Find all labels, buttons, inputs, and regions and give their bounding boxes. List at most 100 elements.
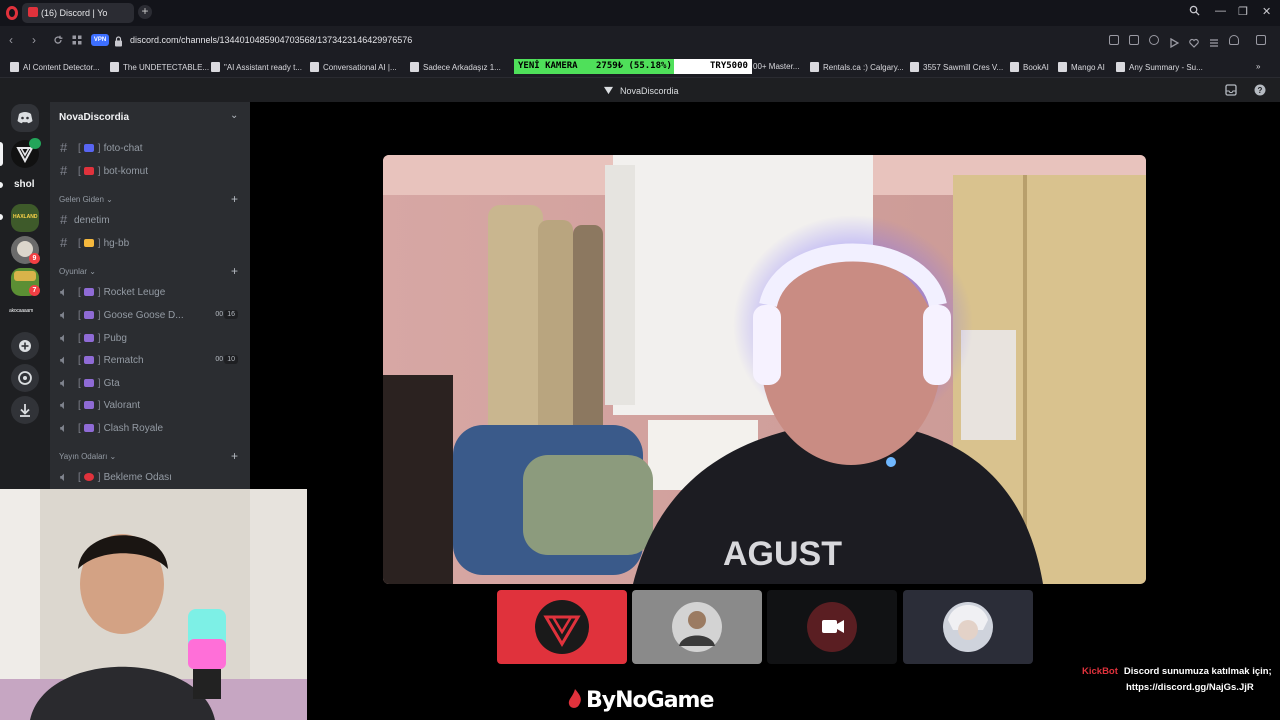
participant-tile-user-3[interactable] [767,590,897,664]
active-server-pill [0,142,3,166]
close-window-icon[interactable]: ✕ [1262,5,1271,18]
help-icon[interactable]: ? [1254,84,1266,96]
bookmark-item[interactable]: The UNDETECTABLE... [110,62,209,72]
heart-icon[interactable] [1189,35,1199,48]
kickbot-link[interactable]: https://discord.gg/NajGs.JjR [1126,680,1254,696]
voice-channel-pubg[interactable]: 🔈︎[] Pubg [60,330,127,350]
server-novadiscordia-icon[interactable] [11,138,41,168]
reload-icon[interactable] [53,34,63,48]
bookmark-item[interactable]: Any Summary - Su... [1116,62,1203,72]
participant-tile-server[interactable] [497,590,627,664]
discover-icon[interactable] [11,364,39,392]
speaker-icon: 🔈︎ [60,352,68,367]
voice-channel-valorant[interactable]: 🔈︎[] Valorant [60,397,140,417]
page-icon [910,62,919,72]
server-name[interactable]: NovaDiscordia [59,112,129,123]
server-haxland-icon[interactable]: HAXLAND [11,204,39,232]
svg-text:?: ? [1258,86,1263,95]
server-text-icon[interactable]: akocaaaam [9,308,33,314]
bookmark-item[interactable]: "AI Assistant ready t... [211,62,302,72]
page-icon [1116,62,1125,72]
voice-channel-bekleme-odasi[interactable]: 🔈︎[] Bekleme Odası [60,469,172,489]
opera-logo-icon[interactable] [6,6,18,20]
speaker-icon: 🔈︎ [60,420,68,435]
forward-icon[interactable]: › [32,33,36,47]
bookmark-item[interactable]: Rentals.ca :) Calgary... [810,62,904,72]
voice-channel-clash-royale[interactable]: 🔈︎[] Clash Royale [60,420,163,440]
channel-hg-bb[interactable]: #[] hg-bb [60,235,129,255]
voice-channel-rematch[interactable]: 🔈︎[] Rematch [60,352,144,372]
bookmark-item[interactable]: Conversational AI |... [310,62,397,72]
bookmark-item[interactable]: Sadece Arkadaşız 1... [410,62,501,72]
page-icon [211,62,220,72]
new-tab-button[interactable]: + [138,5,152,19]
add-server-icon[interactable] [11,332,39,360]
more-bookmarks-icon[interactable]: » [1256,62,1260,71]
bookmark-item[interactable]: AI Content Detector... [10,62,99,72]
back-icon[interactable]: ‹ [9,33,13,47]
participant-tile-user-4[interactable] [903,590,1033,664]
sponsor-logo: ByNoGame [566,688,714,713]
novadiscordia-logo-icon [535,600,589,654]
restore-icon[interactable]: ❐ [1238,5,1248,18]
extension-icon[interactable] [1256,35,1266,45]
download-icon[interactable] [11,396,39,424]
gamepad-emoji-icon [83,334,94,342]
vpn-badge[interactable]: VPN [91,34,109,46]
speaker-icon: 🔈︎ [60,397,68,412]
page-icon [110,62,119,72]
wave-emoji-icon [83,239,94,247]
participant-tile-user-2[interactable] [632,590,762,664]
discord-home-icon[interactable] [11,104,39,132]
discord-favicon-icon [28,7,38,17]
grid-icon[interactable] [72,34,82,48]
bookmark-item[interactable]: 3557 Sawmill Cres V... [910,62,1003,72]
main-video-feed[interactable]: AGUST [383,155,1146,584]
bookmark-item[interactable]: Mango AI [1058,62,1105,72]
voice-channel-goose-goose[interactable]: 🔈︎[] Goose Goose D... [60,307,200,327]
voice-channel-gta[interactable]: 🔈︎[] Gta [60,375,120,395]
category-gelen-giden[interactable]: Gelen Giden ⌄ [59,195,113,204]
play-icon[interactable] [1169,35,1180,49]
voice-channel-rocket-leuge[interactable]: 🔈︎[] Rocket Leuge [60,284,165,304]
browser-tab-discord[interactable]: (16) Discord | Yo [22,3,134,23]
server-avatar-icon[interactable]: 9 [11,236,40,264]
search-tabs-icon[interactable] [1189,5,1200,19]
flame-icon [568,689,581,708]
add-channel-icon[interactable]: + [231,449,238,463]
tab-title-suffix: Yo [97,8,108,18]
page-icon [410,62,419,72]
unread-pill [0,214,3,220]
url-text[interactable]: discord.com/channels/1344010485904703568… [130,35,412,45]
edit-icon[interactable] [1109,35,1119,45]
shield-icon[interactable] [1149,35,1159,45]
lock-icon[interactable] [114,34,123,47]
profile-icon[interactable] [1229,35,1239,45]
mention-badge: 9 [29,253,40,264]
add-channel-icon[interactable]: + [231,264,238,278]
minimize-icon[interactable]: — [1215,5,1226,17]
camera-icon[interactable] [1129,35,1139,45]
picture-emoji-icon [83,144,94,152]
discord-window-title: NovaDiscordia [620,86,679,96]
live-badge [29,138,41,149]
category-yayin-odalari[interactable]: Yayın Odaları ⌄ [59,452,116,461]
house-emoji-icon [83,167,94,175]
hash-icon: # [60,163,68,178]
server-shol-label[interactable]: shol [14,179,35,190]
channel-denetim[interactable]: # denetim [60,212,110,232]
menu-icon[interactable] [1209,35,1219,47]
channel-sidebar: NovaDiscordia ⌄ #[] foto-chat #[] bot-komu… [50,102,250,490]
inbox-icon[interactable] [1225,84,1237,96]
category-oyunlar[interactable]: Oyunlar ⌄ [59,267,96,276]
channel-bot-komut[interactable]: #[] bot-komut [60,163,148,183]
donation-ticker: YENİ KAMERA 2759₺ (55.18%) TRY5000 [514,59,752,74]
server-logo-icon [604,86,613,95]
ticker-label: YENİ KAMERA [518,61,578,71]
bookmark-item[interactable]: BookAI [1010,62,1049,72]
channel-foto-chat[interactable]: #[] foto-chat [60,140,142,160]
chevron-down-icon[interactable]: ⌄ [230,110,238,121]
server-game-icon[interactable]: 7 [11,268,40,296]
bookmark-item[interactable]: 00+ Master... [753,62,799,71]
add-channel-icon[interactable]: + [231,192,238,206]
